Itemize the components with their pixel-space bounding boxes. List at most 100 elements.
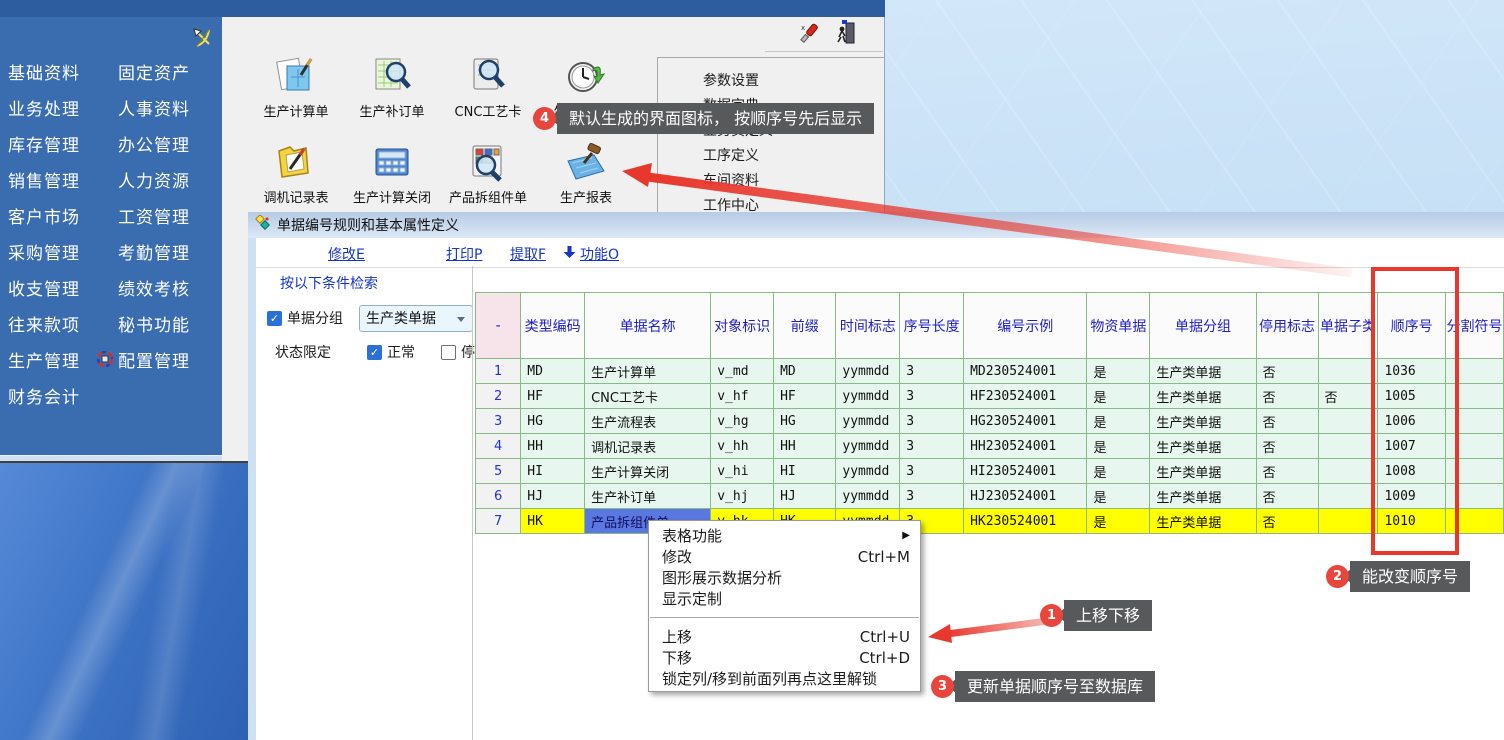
toolbar-button-3[interactable]: 提取F [510, 244, 546, 264]
table-row[interactable]: 3HG生产流程表v_hgHGyymmdd3HG230524001是生产类单据否1… [476, 409, 1504, 434]
status-normal-checkbox[interactable]: ✓ [367, 345, 382, 360]
group-checkbox[interactable]: ✓ [267, 311, 282, 326]
cell[interactable]: 否 [1256, 409, 1318, 434]
shortcut-7[interactable]: 产品拆组件单 [432, 138, 544, 206]
cell[interactable]: 生产类单据 [1150, 359, 1256, 384]
cell[interactable] [1318, 359, 1378, 384]
sidebar-item[interactable]: 秘书功能 [118, 305, 190, 341]
cell[interactable]: v_hj [711, 484, 774, 509]
cell[interactable]: 3 [476, 409, 521, 434]
cell[interactable]: 否 [1256, 359, 1318, 384]
cell[interactable] [1318, 434, 1378, 459]
column-header[interactable]: 停用标志 [1256, 293, 1318, 359]
cell[interactable]: 3 [900, 384, 964, 409]
cell[interactable]: 是 [1087, 409, 1150, 434]
cell[interactable]: 生产类单据 [1150, 409, 1256, 434]
cell[interactable]: MD [521, 359, 585, 384]
column-header[interactable]: 序号长度 [900, 293, 964, 359]
cell[interactable]: yymmdd [836, 484, 900, 509]
cell[interactable]: v_md [711, 359, 774, 384]
menu-item[interactable]: 显示定制 [649, 588, 920, 609]
cell[interactable]: MD230524001 [964, 359, 1087, 384]
cell[interactable]: HJ [774, 484, 836, 509]
cell[interactable]: 调机记录表 [585, 434, 711, 459]
cell[interactable]: CNC工艺卡 [585, 384, 711, 409]
cell[interactable]: v_hi [711, 459, 774, 484]
menu-item[interactable]: 图形展示数据分析 [649, 567, 920, 588]
menu-item[interactable]: 下移Ctrl+D [649, 647, 920, 668]
table-row[interactable]: 1MD生产计算单v_mdMDyymmdd3MD230524001是生产类单据否1… [476, 359, 1504, 384]
cell[interactable] [1318, 459, 1378, 484]
cell[interactable]: 否 [1256, 434, 1318, 459]
cell[interactable]: 生产类单据 [1150, 509, 1256, 534]
column-header[interactable]: 时间标志 [836, 293, 900, 359]
column-header[interactable]: 编号示例 [964, 293, 1087, 359]
column-header[interactable]: - [476, 293, 521, 359]
column-header[interactable]: 单据分组 [1150, 293, 1256, 359]
cell[interactable]: 3 [900, 359, 964, 384]
sidebar-item[interactable]: 库存管理 [8, 125, 80, 161]
side-menu-item[interactable]: 工序定义 [703, 145, 884, 170]
column-header[interactable]: 单据名称 [585, 293, 711, 359]
cell[interactable]: yymmdd [836, 384, 900, 409]
table-row[interactable]: 7HK产品拆组件单v_hkHKyymmdd3HK230524001是生产类单据否… [476, 509, 1504, 534]
status-disabled-checkbox[interactable] [441, 345, 456, 360]
sidebar-item[interactable]: 采购管理 [8, 233, 80, 269]
cell[interactable]: HK230524001 [964, 509, 1087, 534]
cell[interactable]: 否 [1256, 509, 1318, 534]
cell[interactable]: HI230524001 [964, 459, 1087, 484]
cell[interactable]: v_hh [711, 434, 774, 459]
sidebar-item[interactable]: 绩效考核 [118, 269, 190, 305]
cell[interactable]: 否 [1256, 459, 1318, 484]
cell[interactable]: HF [521, 384, 585, 409]
sidebar-item[interactable]: 考勤管理 [118, 233, 190, 269]
cell[interactable]: 7 [476, 509, 521, 534]
column-header[interactable]: 单据子类 [1318, 293, 1378, 359]
sidebar-item[interactable]: 基础资料 [8, 53, 80, 89]
shortcut-8[interactable]: 生产报表 [530, 138, 642, 206]
cell[interactable]: HG230524001 [964, 409, 1087, 434]
cell[interactable]: HH230524001 [964, 434, 1087, 459]
cell[interactable]: HJ [521, 484, 585, 509]
sidebar-item[interactable]: 人力资源 [118, 161, 190, 197]
sidebar-item[interactable]: 收支管理 [8, 269, 80, 305]
sidebar-item[interactable]: 业务处理 [8, 89, 80, 125]
toolbar-button-4[interactable]: 功能O [563, 244, 619, 264]
menu-item[interactable]: 修改Ctrl+M [649, 546, 920, 567]
cell[interactable]: HG [521, 409, 585, 434]
shortcut-3[interactable]: CNC工艺卡 [432, 52, 544, 120]
column-header[interactable]: 前缀 [774, 293, 836, 359]
cell[interactable]: 生产类单据 [1150, 484, 1256, 509]
sidebar-item[interactable]: 销售管理 [8, 161, 80, 197]
cell[interactable]: HG [774, 409, 836, 434]
cell[interactable]: 否 [1256, 484, 1318, 509]
cell[interactable]: HF [774, 384, 836, 409]
cell[interactable]: yymmdd [836, 434, 900, 459]
cell[interactable]: 是 [1087, 459, 1150, 484]
cell[interactable]: 生产类单据 [1150, 434, 1256, 459]
sidebar-item[interactable]: 办公管理 [118, 125, 190, 161]
side-menu-item[interactable]: 参数设置 [703, 70, 884, 95]
cell[interactable]: 6 [476, 484, 521, 509]
sidebar-item[interactable]: 往来款项 [8, 305, 80, 341]
menu-item[interactable]: 上移Ctrl+U [649, 626, 920, 647]
toolbar-button-2[interactable]: 打印P [446, 244, 482, 264]
cell[interactable]: 4 [476, 434, 521, 459]
cell[interactable] [1318, 484, 1378, 509]
cell[interactable]: 3 [900, 484, 964, 509]
column-header[interactable]: 物资单据 [1087, 293, 1150, 359]
customize-tool-icon[interactable]: x [800, 22, 822, 48]
sidebar-item[interactable]: 固定资产 [118, 53, 190, 89]
cell[interactable]: yymmdd [836, 409, 900, 434]
cell[interactable]: MD [774, 359, 836, 384]
cell[interactable]: 生产计算单 [585, 359, 711, 384]
cell[interactable]: yymmdd [836, 359, 900, 384]
menu-item[interactable]: 锁定列/移到前面列再点这里解锁 [649, 668, 920, 689]
sidebar-item[interactable]: 客户市场 [8, 197, 80, 233]
cell[interactable] [1318, 409, 1378, 434]
cell[interactable]: HI [521, 459, 585, 484]
group-select[interactable]: 生产类单据 [359, 305, 473, 332]
sidebar-item[interactable]: 工资管理 [118, 197, 190, 233]
cell[interactable]: HH [774, 434, 836, 459]
sidebar-item[interactable]: 配置管理 [118, 341, 190, 377]
